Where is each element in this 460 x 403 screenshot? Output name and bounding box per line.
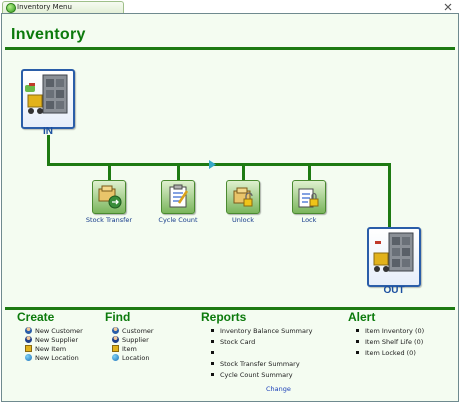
find-customer-link[interactable]: Customer [112,327,154,336]
new-item-link[interactable]: New Item [25,345,83,354]
alert-item-inventory[interactable]: Item Inventory (0) [354,327,424,336]
flow-line-main [47,163,390,166]
new-supplier-link[interactable]: New Supplier [25,336,83,345]
unlock-label: Unlock [232,216,254,224]
tab-inventory-menu[interactable]: Inventory Menu [2,1,124,13]
in-tile[interactable] [21,69,75,129]
flow-branch [108,165,111,181]
change-link[interactable]: Change [266,385,291,393]
cycle-count-label: Cycle Count [158,216,198,224]
report-stock-card[interactable]: Stock Card [209,338,313,347]
unlock-icon [233,187,253,207]
title-divider [5,47,455,50]
new-location-link[interactable]: New Location [25,354,83,363]
customer-icon [112,327,119,334]
stock-transfer-label: Stock Transfer [85,216,133,224]
warehouse-forklift-icon [25,74,68,114]
flow-line-out [388,163,391,228]
alert-title: Alert [348,310,376,324]
alert-list: Item Inventory (0) Item Shelf Life (0) I… [354,327,424,358]
flow-branch [242,165,245,181]
reports-list: Inventory Balance Summary Stock Card Sto… [209,327,313,380]
report-cycle-count-summary[interactable]: Cycle Count Summary [209,371,313,380]
find-title: Find [105,310,131,324]
supplier-icon [25,336,32,343]
app-globe-icon [6,3,16,13]
report-inventory-balance-summary[interactable]: Inventory Balance Summary [209,327,313,336]
report-empty [209,349,313,358]
report-stock-transfer-summary[interactable]: Stock Transfer Summary [209,360,313,369]
flow-branch [308,165,311,181]
page-title: Inventory [11,26,86,43]
find-supplier-link[interactable]: Supplier [112,336,154,345]
close-icon[interactable] [444,3,452,11]
globe-icon [112,354,119,361]
item-box-icon [112,345,119,352]
flow-arrow-icon [209,160,216,169]
create-list: New Customer New Supplier New Item New L… [25,327,83,363]
reports-title: Reports [201,310,247,324]
in-label: IN [43,126,53,137]
warehouse-forklift-icon [373,232,414,272]
flow-line-in [47,135,50,165]
create-title: Create [17,310,55,324]
new-customer-link[interactable]: New Customer [25,327,83,336]
globe-icon [25,354,32,361]
cycle-count-button[interactable] [161,180,195,214]
supplier-icon [112,336,119,343]
lock-icon [298,188,319,208]
find-location-link[interactable]: Location [112,354,154,363]
tab-label: Inventory Menu [17,3,72,11]
stock-transfer-button[interactable] [92,180,126,214]
find-item-link[interactable]: Item [112,345,154,354]
stock-transfer-icon [98,185,122,209]
lock-button[interactable] [292,180,326,214]
out-label: OUT [383,285,405,296]
unlock-button[interactable] [226,180,260,214]
item-box-icon [25,345,32,352]
cycle-count-icon [169,184,189,208]
lock-label: Lock [301,216,317,224]
alert-item-locked[interactable]: Item Locked (0) [354,349,424,358]
find-list: Customer Supplier Item Location [112,327,154,363]
customer-icon [25,327,32,334]
out-tile[interactable] [367,227,421,287]
flow-branch [177,165,180,181]
alert-item-shelf-life[interactable]: Item Shelf Life (0) [354,338,424,347]
